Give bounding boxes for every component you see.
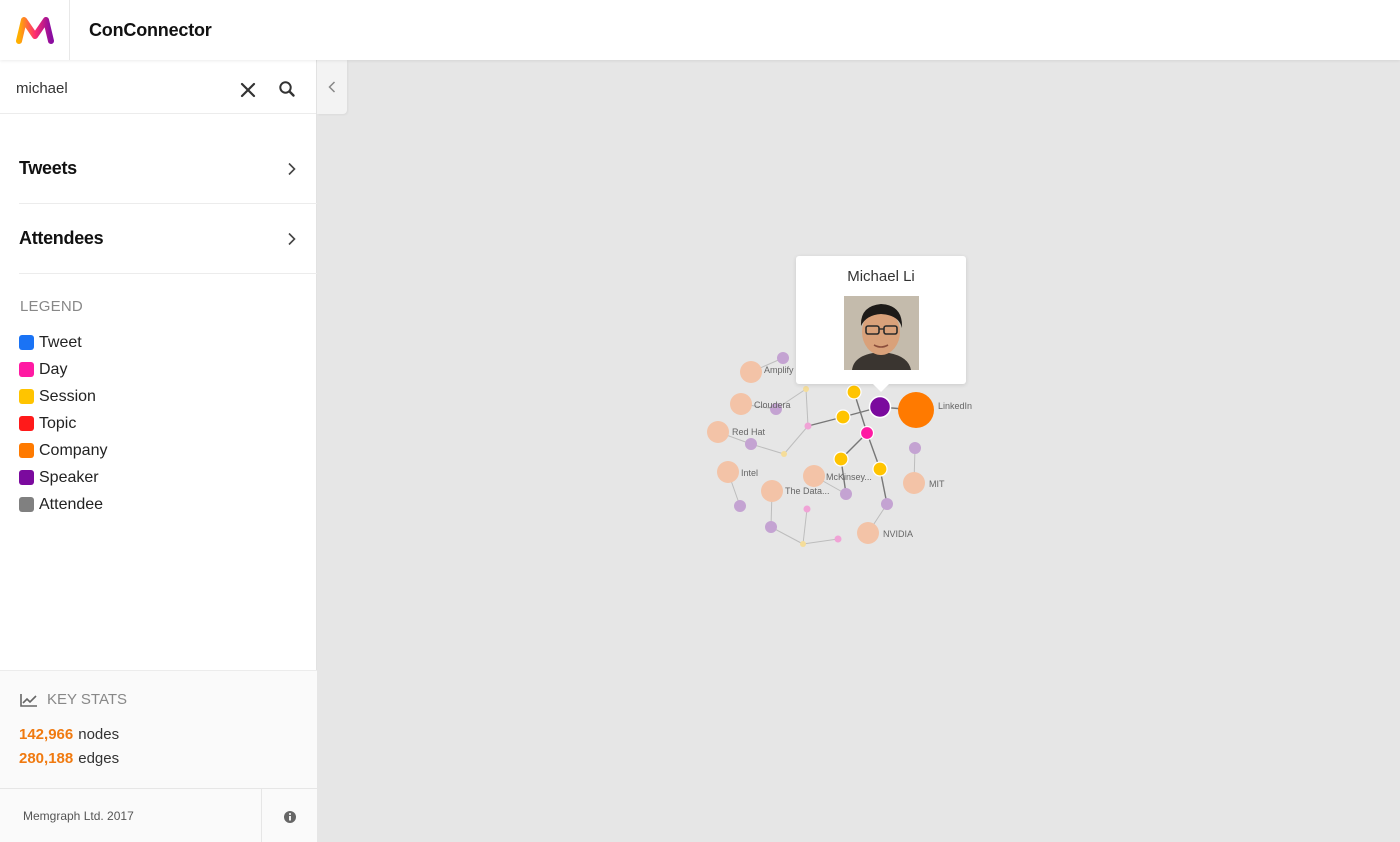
node-speaker-michael-li[interactable] (868, 395, 892, 419)
legend-swatch-topic (19, 416, 34, 431)
tooltip-name: Michael Li (847, 268, 915, 285)
info-icon (284, 811, 296, 823)
footer: Memgraph Ltd. 2017 (0, 788, 317, 842)
section-attendees-label: Attendees (19, 228, 104, 248)
memgraph-logo[interactable] (0, 0, 70, 60)
section-tweets[interactable]: Tweets (19, 134, 317, 204)
stat-edges: 280,188 edges (19, 750, 119, 767)
legend-item-topic: Topic (19, 410, 107, 437)
node-label-amplify: Amplify (764, 365, 794, 375)
node-label-linkedin: LinkedIn (938, 401, 972, 411)
close-icon (240, 82, 256, 98)
node-day[interactable] (804, 422, 812, 430)
node-company-cloudera[interactable] (730, 393, 752, 415)
key-stats-title: KEY STATS (20, 691, 127, 708)
node-label-redhat: Red Hat (732, 427, 766, 437)
node-speaker[interactable] (777, 352, 789, 364)
chevron-right-icon (288, 162, 296, 175)
legend-swatch-session (19, 389, 34, 404)
legend-item-speaker: Speaker (19, 464, 107, 491)
legend-label: Speaker (39, 468, 99, 486)
search-input[interactable] (16, 76, 226, 100)
node-label-thedata: The Data... (785, 486, 830, 496)
legend-item-session: Session (19, 383, 107, 410)
search-icon (279, 81, 295, 97)
legend-item-day: Day (19, 356, 107, 383)
node-speaker[interactable] (881, 498, 893, 510)
search-button[interactable] (277, 79, 297, 99)
legend-item-tweet: Tweet (19, 329, 107, 356)
node-company-redhat[interactable] (707, 421, 729, 443)
graph-canvas[interactable]: Amplify Cloudera Red Hat Intel The Data.… (317, 60, 1400, 842)
node-session[interactable] (803, 386, 809, 392)
chevron-right-icon (288, 232, 296, 245)
node-company-amplify[interactable] (740, 361, 762, 383)
node-label-mckinsey: McKinsey... (826, 472, 872, 482)
node-company-nvidia[interactable] (857, 522, 879, 544)
node-tooltip: Michael Li (796, 256, 966, 392)
node-speaker[interactable] (840, 488, 852, 500)
node-session[interactable] (835, 409, 851, 425)
section-tweets-label: Tweets (19, 158, 77, 178)
legend-label: Attendee (39, 495, 104, 513)
legend-swatch-speaker (19, 470, 34, 485)
search-bar (0, 60, 316, 114)
stat-nodes-label: nodes (78, 726, 120, 743)
legend-label: Tweet (39, 333, 82, 351)
section-attendees[interactable]: Attendees (19, 204, 317, 274)
stat-nodes: 142,966 nodes (19, 726, 119, 743)
legend-label: Day (39, 360, 68, 378)
avatar-photo-icon (844, 296, 919, 370)
legend: LEGEND Tweet Day Session Topic Company S… (19, 298, 107, 518)
stat-edges-value: 280,188 (19, 750, 74, 767)
node-session[interactable] (872, 461, 888, 477)
node-speaker[interactable] (765, 521, 777, 533)
key-stats-title-text: KEY STATS (47, 691, 128, 708)
info-button[interactable] (283, 810, 297, 824)
clear-search-button[interactable] (238, 80, 258, 100)
top-bar: ConConnector (0, 0, 1400, 60)
logo-icon (15, 17, 54, 44)
trend-chart-icon (20, 693, 37, 707)
sidebar: Tweets Attendees LEGEND Tweet Day Sessio… (0, 60, 317, 842)
node-company-intel[interactable] (717, 461, 739, 483)
legend-swatch-tweet (19, 335, 34, 350)
copyright-text: Memgraph Ltd. 2017 (23, 809, 134, 823)
legend-label: Company (39, 441, 108, 459)
node-company-thedata[interactable] (761, 480, 783, 502)
footer-divider (261, 789, 262, 842)
node-session[interactable] (846, 384, 862, 400)
node-day[interactable] (834, 535, 842, 543)
app-title: ConConnector (89, 19, 212, 40)
legend-swatch-day (19, 362, 34, 377)
legend-label: Topic (39, 414, 77, 432)
legend-swatch-attendee (19, 497, 34, 512)
node-label-cloudera: Cloudera (754, 400, 791, 410)
key-stats-panel: KEY STATS 142,966 nodes 280,188 edges (0, 670, 317, 788)
stat-edges-label: edges (78, 750, 120, 767)
legend-item-company: Company (19, 437, 107, 464)
node-day[interactable] (859, 425, 875, 441)
node-session[interactable] (781, 451, 787, 457)
node-session[interactable] (800, 541, 806, 547)
node-company-linkedin[interactable] (898, 392, 934, 428)
node-speaker[interactable] (909, 442, 921, 454)
node-speaker[interactable] (734, 500, 746, 512)
legend-title: LEGEND (20, 298, 83, 315)
node-speaker[interactable] (745, 438, 757, 450)
legend-item-attendee: Attendee (19, 491, 107, 518)
faded-company-nodes (707, 361, 925, 544)
legend-swatch-company (19, 443, 34, 458)
stat-nodes-value: 142,966 (19, 726, 74, 743)
node-session[interactable] (833, 451, 849, 467)
legend-label: Session (39, 387, 96, 405)
node-label-intel: Intel (741, 468, 758, 478)
graph-svg[interactable]: Amplify Cloudera Red Hat Intel The Data.… (317, 60, 1400, 842)
node-label-nvidia: NVIDIA (883, 529, 913, 539)
node-label-mit: MIT (929, 479, 945, 489)
node-company-mckinsey[interactable] (803, 465, 825, 487)
speaker-photo (844, 296, 919, 370)
node-day[interactable] (803, 505, 811, 513)
node-company-mit[interactable] (903, 472, 925, 494)
